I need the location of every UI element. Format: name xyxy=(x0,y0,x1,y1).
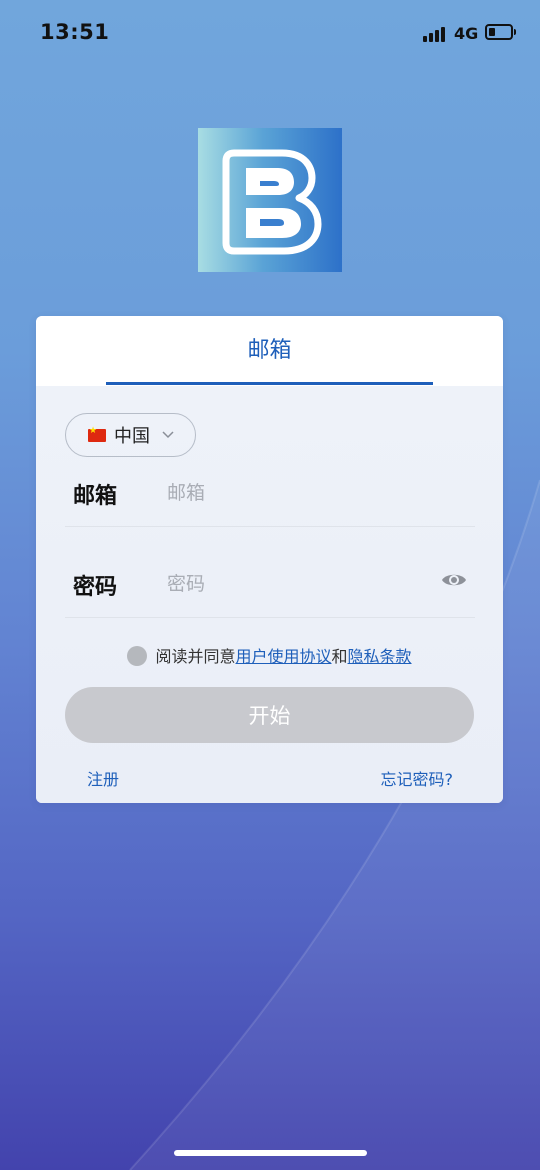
card-header: 邮箱 xyxy=(36,316,503,386)
tab-active-indicator xyxy=(106,382,433,385)
app-logo xyxy=(198,128,342,272)
logo-b-icon xyxy=(222,149,322,255)
country-label: 中国 xyxy=(114,426,150,447)
status-time: 13:51 xyxy=(40,20,110,44)
china-flag-icon xyxy=(88,426,106,442)
privacy-link[interactable]: 隐私条款 xyxy=(348,647,412,666)
agreement-conjunction: 和 xyxy=(331,647,348,666)
login-card: 邮箱 中国 邮箱 密码 阅读并同意用户使用协议和隐私条款 xyxy=(36,316,503,803)
start-button[interactable]: 开始 xyxy=(65,687,474,743)
network-type: 4G xyxy=(454,24,479,43)
password-divider xyxy=(65,617,475,618)
register-link[interactable]: 注册 xyxy=(87,766,119,790)
signal-icon xyxy=(423,26,447,42)
terms-link[interactable]: 用户使用协议 xyxy=(235,647,331,666)
email-divider xyxy=(65,526,475,527)
eye-icon[interactable] xyxy=(441,571,467,589)
email-label: 邮箱 xyxy=(73,484,118,509)
home-indicator[interactable] xyxy=(174,1150,367,1156)
battery-level xyxy=(489,28,495,36)
email-input[interactable] xyxy=(165,476,419,510)
agreement-checkbox[interactable] xyxy=(127,646,148,666)
forgot-password-link[interactable]: 忘记密码? xyxy=(381,766,454,790)
status-bar: 13:51 4G xyxy=(0,0,540,66)
login-form: 中国 邮箱 密码 阅读并同意用户使用协议和隐私条款 开始 注册 忘记密码? xyxy=(36,386,503,803)
country-selector[interactable]: 中国 xyxy=(65,413,196,457)
chevron-down-icon xyxy=(162,431,174,439)
agreement-row: 阅读并同意用户使用协议和隐私条款 xyxy=(36,643,503,667)
agreement-prefix: 阅读并同意 xyxy=(155,647,236,666)
password-row: 密码 xyxy=(65,559,475,615)
email-row: 邮箱 xyxy=(65,468,475,524)
battery-icon xyxy=(485,24,516,40)
password-input[interactable] xyxy=(165,567,419,601)
tab-email[interactable]: 邮箱 xyxy=(106,316,433,386)
password-label: 密码 xyxy=(73,575,118,600)
